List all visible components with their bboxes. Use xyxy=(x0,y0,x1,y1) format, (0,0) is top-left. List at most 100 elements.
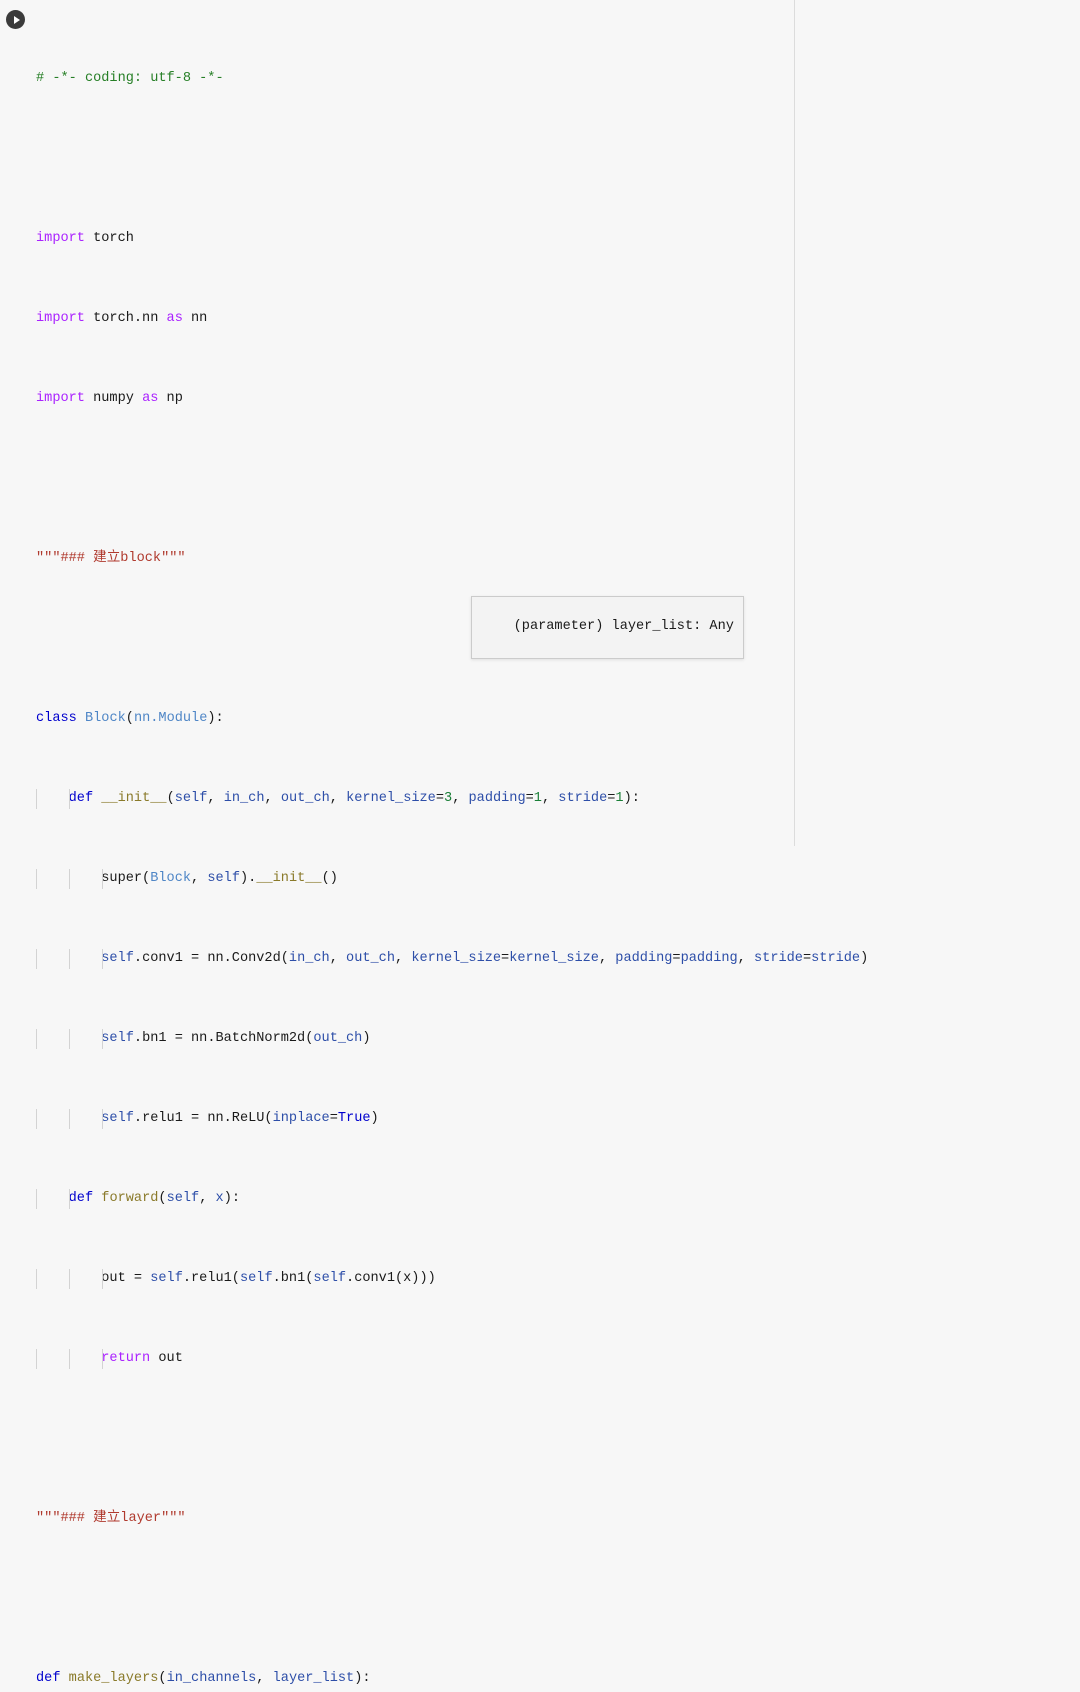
tok: np xyxy=(158,391,183,406)
param: in_ch xyxy=(223,791,265,806)
tok: ): xyxy=(354,1671,371,1686)
tok: super( xyxy=(36,871,151,886)
param: stride xyxy=(558,791,608,806)
param: kernel_size xyxy=(346,791,436,806)
tok: , xyxy=(264,791,281,806)
kw-class: class xyxy=(36,711,77,726)
tok: = xyxy=(329,1111,338,1126)
fn-forward: forward xyxy=(101,1191,159,1206)
param: x xyxy=(215,1191,224,1206)
tok: ) xyxy=(362,1031,371,1046)
fn-make-layers: make_layers xyxy=(68,1671,159,1686)
tok: , xyxy=(329,791,347,806)
tok: ): xyxy=(223,1191,241,1206)
kw-import: import xyxy=(36,311,85,326)
num: 3 xyxy=(444,791,453,806)
param-self: self xyxy=(150,1271,183,1286)
param-self: self xyxy=(166,1191,200,1206)
tok xyxy=(36,1111,101,1126)
kw-def: def xyxy=(68,791,94,806)
code-line: import numpy as np xyxy=(36,389,1080,409)
tok: ): xyxy=(207,711,224,726)
tok: = xyxy=(802,951,812,966)
tok: () xyxy=(321,871,338,886)
param: kernel_size xyxy=(411,951,502,966)
kw-as: as xyxy=(142,391,159,406)
code-line: """### 建立layer""" xyxy=(36,1509,1080,1529)
param: padding xyxy=(468,791,526,806)
kw-def: def xyxy=(68,1191,94,1206)
tok xyxy=(60,1671,68,1686)
param: out_ch xyxy=(313,1031,363,1046)
fn-init: __init__ xyxy=(101,791,167,806)
tok: , xyxy=(256,1671,273,1686)
tok: ) xyxy=(370,1111,379,1126)
tok: ) xyxy=(860,951,869,966)
kw-def: def xyxy=(36,1671,61,1686)
param-self: self xyxy=(101,1111,134,1126)
code-line: def __init__(self, in_ch, out_ch, kernel… xyxy=(36,789,1080,809)
param-self: self xyxy=(101,951,134,966)
tok: numpy xyxy=(84,391,143,406)
class-ref: Block xyxy=(150,871,192,886)
kw-as: as xyxy=(166,311,183,326)
tok: = xyxy=(672,951,681,966)
tok: , xyxy=(452,791,469,806)
class-name-block: Block xyxy=(84,711,126,726)
tok xyxy=(36,951,101,966)
tok: , xyxy=(199,1191,216,1206)
code-line: import torch xyxy=(36,229,1080,249)
code-line: def forward(self, x): xyxy=(36,1189,1080,1209)
base-class: nn.Module xyxy=(133,711,208,726)
tok: out xyxy=(150,1351,183,1366)
tok: = xyxy=(501,951,510,966)
tok: .conv1(x))) xyxy=(346,1271,436,1286)
param-self: self xyxy=(174,791,208,806)
tok: out = xyxy=(36,1271,151,1286)
tok: .relu1( xyxy=(182,1271,240,1286)
code-line: out = self.relu1(self.bn1(self.conv1(x))… xyxy=(36,1269,1080,1289)
docstring-layer: """### 建立layer""" xyxy=(36,1511,186,1526)
tok: nn xyxy=(182,311,208,326)
kw-import: import xyxy=(36,391,85,406)
param: out_ch xyxy=(280,791,330,806)
run-cell-button[interactable] xyxy=(6,10,25,29)
tooltip-text: (parameter) layer_list: Any xyxy=(513,619,734,634)
tok xyxy=(36,1351,101,1366)
param-self: self xyxy=(207,871,240,886)
param: stride xyxy=(811,951,861,966)
param: padding xyxy=(615,951,673,966)
kw-import: import xyxy=(36,231,85,246)
tok: ( xyxy=(166,791,175,806)
notebook-code-cell: # -*- coding: utf-8 -*- import torch imp… xyxy=(0,0,1080,1686)
tok: = xyxy=(435,791,445,806)
tok: , xyxy=(541,791,559,806)
param: padding xyxy=(680,951,738,966)
tok xyxy=(36,1191,69,1206)
tok xyxy=(36,1031,101,1046)
param: out_ch xyxy=(346,951,395,966)
code-line: import torch.nn as nn xyxy=(36,309,1080,329)
param: layer_list xyxy=(272,1671,355,1686)
fn-init: __init__ xyxy=(256,871,322,886)
tok: , xyxy=(329,951,347,966)
tok: ( xyxy=(158,1671,167,1686)
const-true: True xyxy=(337,1111,371,1126)
num: 1 xyxy=(533,791,542,806)
tok: , xyxy=(207,791,224,806)
code-line: super(Block, self).__init__() xyxy=(36,869,1080,889)
param-self: self xyxy=(101,1031,134,1046)
code-line: return out xyxy=(36,1349,1080,1369)
play-icon xyxy=(13,15,20,24)
tok: ): xyxy=(623,791,640,806)
code-editor[interactable]: # -*- coding: utf-8 -*- import torch imp… xyxy=(36,9,1080,1692)
code-line: """### 建立block""" xyxy=(36,549,1080,569)
code-line: self.relu1 = nn.ReLU(inplace=True) xyxy=(36,1109,1080,1129)
code-line: self.bn1 = nn.BatchNorm2d(out_ch) xyxy=(36,1029,1080,1049)
tok xyxy=(77,711,85,726)
param-self: self xyxy=(313,1271,347,1286)
param: in_channels xyxy=(166,1671,257,1686)
code-line: # -*- coding: utf-8 -*- xyxy=(36,69,1080,89)
tok: ( xyxy=(125,711,134,726)
